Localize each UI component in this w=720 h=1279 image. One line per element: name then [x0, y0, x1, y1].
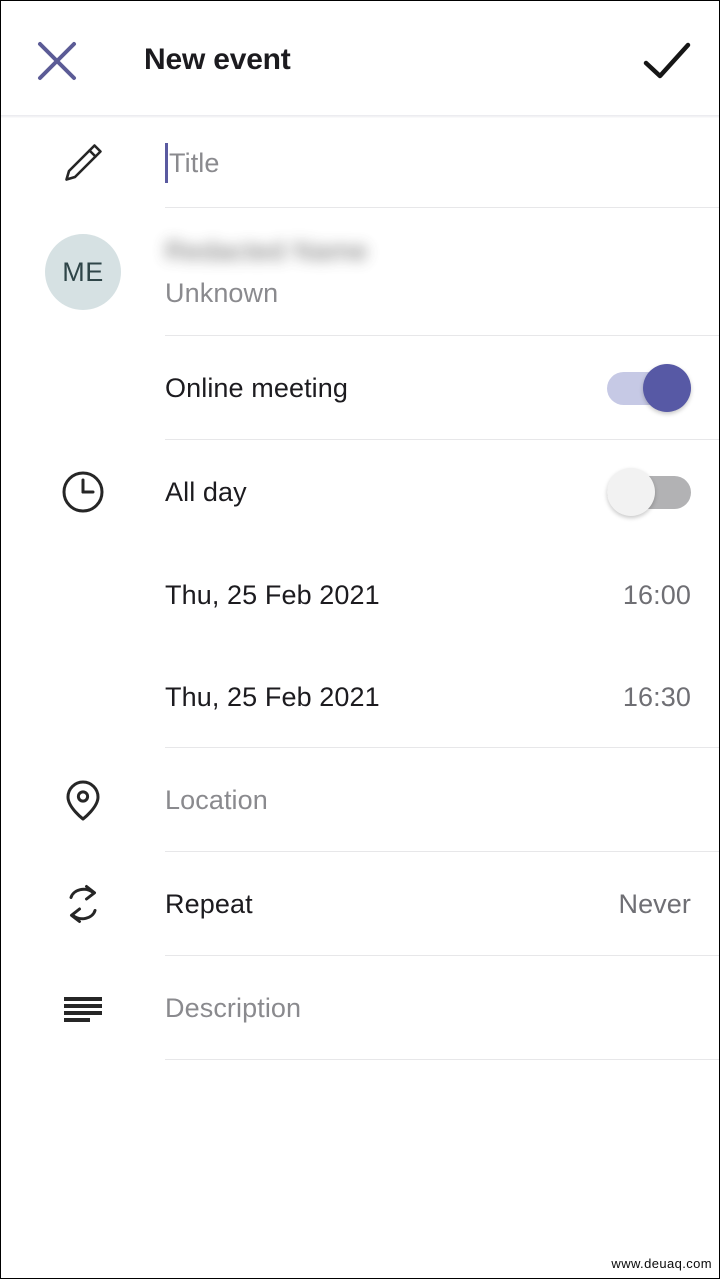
app-bar: New event — [1, 1, 719, 118]
location-row[interactable]: Location — [1, 748, 719, 852]
online-meeting-icon-placeholder — [55, 360, 111, 416]
avatar: ME — [45, 234, 121, 310]
title-row-gutter — [1, 118, 165, 208]
start-date-value[interactable]: Thu, 25 Feb 2021 — [165, 580, 380, 611]
location-gutter — [1, 748, 165, 852]
all-day-field[interactable]: All day — [165, 440, 719, 544]
start-datetime-gutter — [1, 544, 165, 646]
new-event-screen: New event Title ME Redacted Name Unknown… — [0, 0, 720, 1279]
organizer-field[interactable]: Redacted Name Unknown — [165, 208, 719, 336]
repeat-value[interactable]: Never — [618, 889, 719, 920]
end-time-value[interactable]: 16:30 — [623, 682, 719, 713]
location-field[interactable]: Location — [165, 748, 719, 852]
organizer-status: Unknown — [165, 277, 279, 308]
event-form: Title ME Redacted Name Unknown Online me… — [1, 118, 719, 1060]
all-day-toggle[interactable] — [607, 468, 691, 516]
online-meeting-gutter — [1, 336, 165, 440]
online-meeting-field[interactable]: Online meeting — [165, 336, 719, 440]
confirm-button[interactable] — [641, 37, 693, 87]
organizer-name-redacted: Redacted Name — [165, 235, 368, 266]
page-title: New event — [144, 42, 291, 76]
repeat-label: Repeat — [165, 888, 253, 919]
description-gutter — [1, 956, 165, 1060]
toggle-thumb — [643, 364, 691, 412]
end-datetime-row[interactable]: Thu, 25 Feb 2021 16:30 — [1, 646, 719, 748]
organizer-row[interactable]: ME Redacted Name Unknown — [1, 208, 719, 336]
title-field[interactable]: Title — [165, 118, 719, 208]
end-datetime-field[interactable]: Thu, 25 Feb 2021 16:30 — [165, 646, 719, 748]
description-row[interactable]: Description — [1, 956, 719, 1060]
start-datetime-field[interactable]: Thu, 25 Feb 2021 16:00 — [165, 544, 719, 646]
repeat-gutter — [1, 852, 165, 956]
online-meeting-toggle[interactable] — [607, 364, 691, 412]
all-day-label: All day — [165, 476, 247, 507]
organizer-row-gutter: ME — [1, 208, 165, 336]
start-icon-placeholder — [55, 544, 111, 600]
text-caret — [165, 143, 168, 183]
description-field[interactable]: Description — [165, 956, 719, 1060]
end-icon-placeholder — [55, 646, 111, 702]
end-datetime-gutter — [1, 646, 165, 748]
close-icon — [38, 42, 76, 80]
online-meeting-row[interactable]: Online meeting — [1, 336, 719, 440]
online-meeting-label: Online meeting — [165, 372, 349, 403]
close-button[interactable] — [33, 37, 81, 85]
clock-icon — [55, 464, 111, 520]
description-placeholder: Description — [165, 992, 302, 1023]
site-watermark: www.deuaq.com — [608, 1255, 715, 1272]
all-day-gutter — [1, 440, 165, 544]
start-datetime-row[interactable]: Thu, 25 Feb 2021 16:00 — [1, 544, 719, 646]
location-pin-icon — [55, 772, 111, 828]
location-placeholder: Location — [165, 784, 268, 815]
all-day-row[interactable]: All day — [1, 440, 719, 544]
repeat-row[interactable]: Repeat Never — [1, 852, 719, 956]
repeat-icon — [55, 876, 111, 932]
end-date-value[interactable]: Thu, 25 Feb 2021 — [165, 682, 380, 713]
title-row[interactable]: Title — [1, 118, 719, 208]
start-time-value[interactable]: 16:00 — [623, 580, 719, 611]
pencil-icon — [55, 135, 111, 191]
toggle-thumb — [607, 468, 655, 516]
description-lines-icon — [55, 980, 111, 1036]
title-placeholder: Title — [169, 147, 220, 178]
repeat-field[interactable]: Repeat Never — [165, 852, 719, 956]
check-icon — [643, 42, 691, 79]
title-input[interactable]: Title — [165, 140, 220, 186]
